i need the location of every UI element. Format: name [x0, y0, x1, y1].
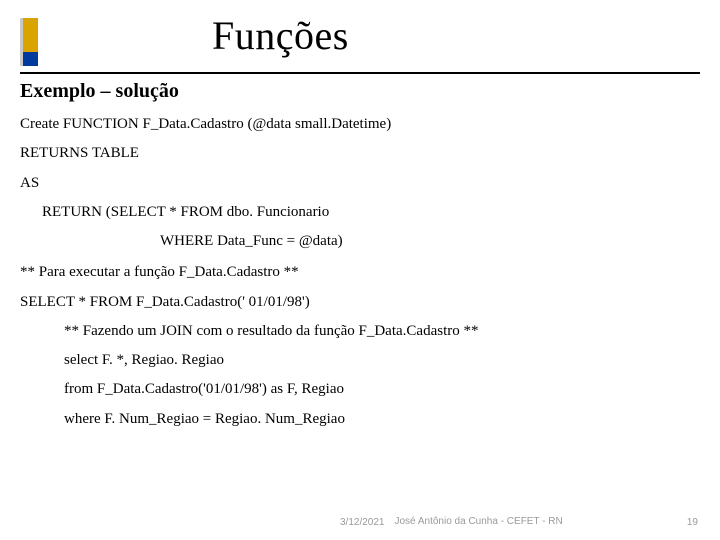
- join-block: ** Fazendo um JOIN com o resultado da fu…: [64, 320, 700, 431]
- footer-pagenum: 19: [687, 517, 698, 528]
- slide-subtitle: Exemplo – solução: [20, 80, 720, 103]
- code-comment: ** Para executar a função F_Data.Cadastr…: [20, 261, 700, 284]
- code-comment: ** Fazendo um JOIN com o resultado da fu…: [64, 320, 700, 343]
- code-line: WHERE Data_Func = @data): [160, 230, 700, 253]
- slide-footer: 3/12/2021 José Antônio da Cunha - CEFET …: [0, 516, 720, 528]
- code-line: AS: [20, 172, 700, 195]
- slide-content: Create FUNCTION F_Data.Cadastro (@data s…: [20, 113, 700, 431]
- code-line: Create FUNCTION F_Data.Cadastro (@data s…: [20, 113, 700, 136]
- logo-bar-blue: [20, 52, 38, 66]
- code-line: from F_Data.Cadastro('01/01/98') as F, R…: [64, 378, 700, 401]
- code-line: SELECT * FROM F_Data.Cadastro(' 01/01/98…: [20, 291, 700, 314]
- logo-bar-gold: [20, 18, 38, 52]
- code-line: where F. Num_Regiao = Regiao. Num_Regiao: [64, 408, 700, 431]
- title-divider: [20, 72, 700, 74]
- slide-title: Funções: [212, 12, 349, 59]
- slide-logo: [20, 18, 44, 70]
- footer-author: José Antônio da Cunha - CEFET - RN: [395, 516, 595, 528]
- code-line: RETURN (SELECT * FROM dbo. Funcionario: [42, 201, 700, 224]
- code-line: select F. *, Regiao. Regiao: [64, 349, 700, 372]
- title-row: Funções: [0, 0, 720, 70]
- footer-date: 3/12/2021: [340, 517, 385, 528]
- code-line: RETURNS TABLE: [20, 142, 700, 165]
